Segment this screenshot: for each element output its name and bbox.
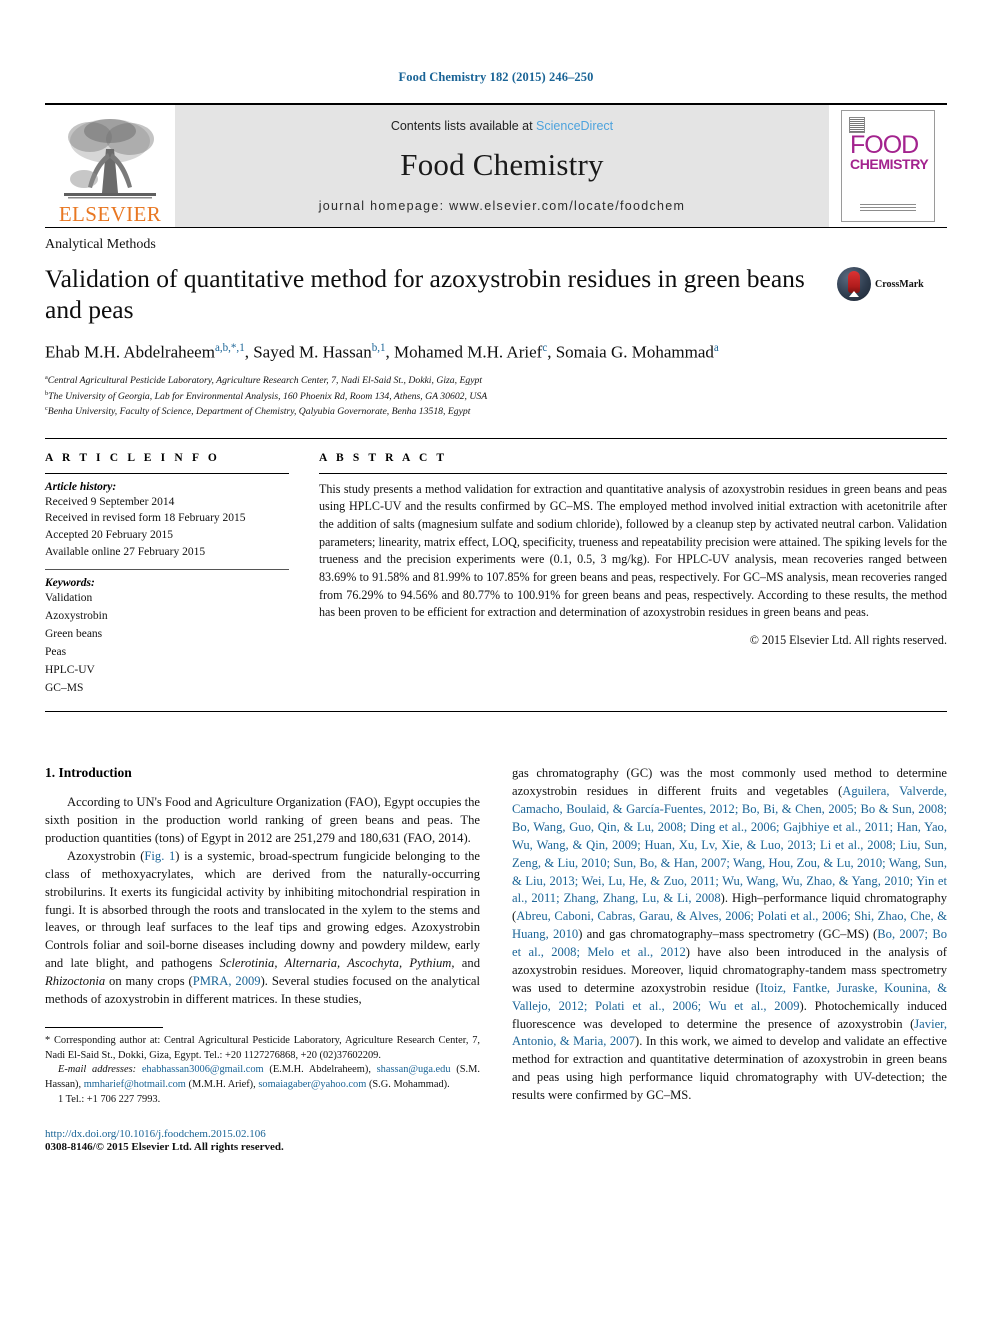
abstract-text: This study presents a method validation … (319, 481, 947, 620)
keywords-rule (45, 569, 289, 571)
tel-footnote: 1 Tel.: +1 706 227 7993. (58, 1093, 161, 1105)
corresponding-author-note: * Corresponding author at: Central Agric… (45, 1034, 480, 1061)
keyword-item: Peas (45, 645, 67, 658)
history-received: Received 9 September 2014 (45, 495, 175, 508)
elsevier-tree-icon (64, 119, 156, 199)
intro-paragraph-2: Azoxystrobin (Fig. 1) is a systemic, bro… (45, 848, 480, 1009)
history-revised: Received in revised form 18 February 201… (45, 512, 246, 525)
cover-title-line2: CHEMISTRY (850, 156, 929, 172)
sciencedirect-link[interactable]: ScienceDirect (536, 119, 613, 133)
journal-title: Food Chemistry (400, 147, 604, 182)
author-2: Sayed M. Hassan (253, 342, 372, 362)
crossmark-badge[interactable]: CrossMark (837, 259, 947, 301)
author-3: Mohamed M.H. Arief (394, 342, 543, 362)
crossmark-label: CrossMark (875, 278, 924, 290)
email-address-1[interactable]: ehabhassan3006@gmail.com (142, 1064, 264, 1075)
keyword-item: GC–MS (45, 681, 84, 694)
email-owner-4: (S.G. Mohammad) (368, 1079, 448, 1091)
body-column-right: gas chromatography (GC) was the most com… (512, 765, 947, 1152)
journal-cover: FOOD CHEMISTRY (829, 105, 947, 227)
elsevier-logo: ELSEVIER (45, 105, 175, 227)
email-owner-1: (E.M.H. Abdelraheem) (269, 1064, 369, 1076)
p2-species-1: Sclerotinia, Alternaria, Ascochyta, Pyth… (219, 956, 455, 971)
affiliation-list: aCentral Agricultural Pesticide Laborato… (45, 373, 947, 420)
title-row: Validation of quantitative method for az… (45, 259, 947, 325)
intro-paragraph-1: According to UN's Food and Agriculture O… (45, 795, 480, 846)
journal-masthead: ELSEVIER Contents lists available at Sci… (45, 103, 947, 227)
p2-part-b: ) is a systemic, broad-spectrum fungicid… (45, 848, 480, 971)
doi-link[interactable]: http://dx.doi.org/10.1016/j.foodchem.201… (45, 1128, 480, 1140)
email-note: E-mail addresses: ehabhassan3006@gmail.c… (45, 1064, 480, 1091)
r1-part-c: ) and gas chromatography–mass spectromet… (578, 927, 878, 942)
affiliation-c: cBenha University, Faculty of Science, D… (45, 404, 947, 420)
contents-prefix: Contents lists available at (390, 119, 537, 133)
keyword-item: Green beans (45, 628, 103, 641)
email-label: E-mail addresses: (58, 1064, 137, 1076)
introduction-heading: 1. Introduction (45, 765, 132, 781)
affiliation-b: bThe University of Georgia, Lab for Envi… (45, 389, 947, 405)
p2-part-a: Azoxystrobin ( (67, 848, 145, 863)
abstract-copyright: © 2015 Elsevier Ltd. All rights reserved… (749, 633, 947, 647)
abstract-column: A B S T R A C T This study presents a me… (313, 452, 947, 698)
keyword-item: HPLC-UV (45, 663, 95, 676)
abstract-rule (319, 472, 947, 474)
intro-paragraph-continued: gas chromatography (GC) was the most com… (512, 765, 947, 1105)
citation-pmra[interactable]: PMRA, 2009 (193, 974, 261, 988)
author-1: Ehab M.H. Abdelraheem (45, 342, 215, 362)
author-1-marks: a,b,*,1 (214, 342, 245, 355)
issn-copyright: 0308-8146/© 2015 Elsevier Ltd. All right… (45, 1140, 284, 1153)
info-abstract-block: A R T I C L E I N F O Article history: R… (45, 437, 947, 698)
contents-line: Contents lists available at ScienceDirec… (391, 119, 613, 133)
footnote-block: * Corresponding author at: Central Agric… (45, 1026, 480, 1153)
author-3-marks: c (542, 342, 548, 355)
email-address-2[interactable]: shassan@uga.edu (377, 1064, 451, 1075)
history-online: Available online 27 February 2015 (45, 545, 206, 558)
figure-1-link[interactable]: Fig. 1 (144, 849, 175, 863)
article-info-rule (45, 472, 289, 474)
author-2-marks: b,1 (371, 342, 386, 355)
article-section-label: Analytical Methods (45, 237, 156, 252)
email-address-4[interactable]: somaiagaber@yahoo.com (258, 1079, 366, 1090)
journal-homepage-link[interactable]: journal homepage: www.elsevier.com/locat… (319, 199, 686, 213)
email-address-3[interactable]: mmharief@hotmail.com (84, 1079, 186, 1090)
cover-thumbnail: FOOD CHEMISTRY (841, 110, 935, 222)
page-title: Validation of quantitative method for az… (45, 264, 805, 325)
history-accepted: Accepted 20 February 2015 (45, 529, 174, 542)
p2-species-2: Rhizoctonia (45, 974, 106, 989)
keyword-item: Azoxystrobin (45, 610, 108, 623)
abstract-bottom-rule (45, 711, 947, 713)
author-4-marks: a (713, 342, 719, 355)
body-columns: 1. Introduction According to UN's Food a… (45, 765, 947, 1153)
affiliation-a: aCentral Agricultural Pesticide Laborato… (45, 373, 947, 389)
citation-group-1[interactable]: Aguilera, Valverde, Camacho, Boulaid, & … (512, 784, 947, 905)
article-history-label: Article history: (45, 480, 117, 493)
abstract-heading: A B S T R A C T (319, 451, 448, 464)
paper-page: Food Chemistry 182 (2015) 246–250 ELSEVI… (0, 0, 992, 1323)
affiliation-a-text: Central Agricultural Pesticide Laborator… (47, 375, 483, 387)
author-4: Somaia G. Mohammad (555, 342, 714, 362)
footnote-rule (45, 1026, 163, 1028)
affiliation-c-text: Benha University, Faculty of Science, De… (47, 406, 471, 418)
elsevier-wordmark: ELSEVIER (58, 202, 162, 226)
article-info-column: A R T I C L E I N F O Article history: R… (45, 452, 313, 698)
email-owner-3: (M.M.H. Arief) (188, 1079, 254, 1091)
affiliation-b-text: The University of Georgia, Lab for Envir… (48, 390, 488, 402)
crossmark-icon (837, 267, 871, 301)
author-list: Ehab M.H. Abdelraheema,b,*,1, Sayed M. H… (45, 342, 719, 362)
cover-footer-text (860, 202, 916, 211)
keywords-label: Keywords: (45, 577, 95, 590)
article-info-heading: A R T I C L E I N F O (45, 451, 220, 464)
body-column-left: 1. Introduction According to UN's Food a… (45, 765, 480, 1153)
cover-title-line1: FOOD (850, 131, 919, 159)
keyword-item: Validation (45, 592, 93, 605)
masthead-bottom-rule (45, 227, 947, 228)
journal-banner: Contents lists available at ScienceDirec… (175, 105, 829, 227)
p2-part-c: and (454, 956, 480, 971)
p2-part-d: on many crops ( (105, 974, 193, 989)
running-head: Food Chemistry 182 (2015) 246–250 (398, 70, 594, 84)
